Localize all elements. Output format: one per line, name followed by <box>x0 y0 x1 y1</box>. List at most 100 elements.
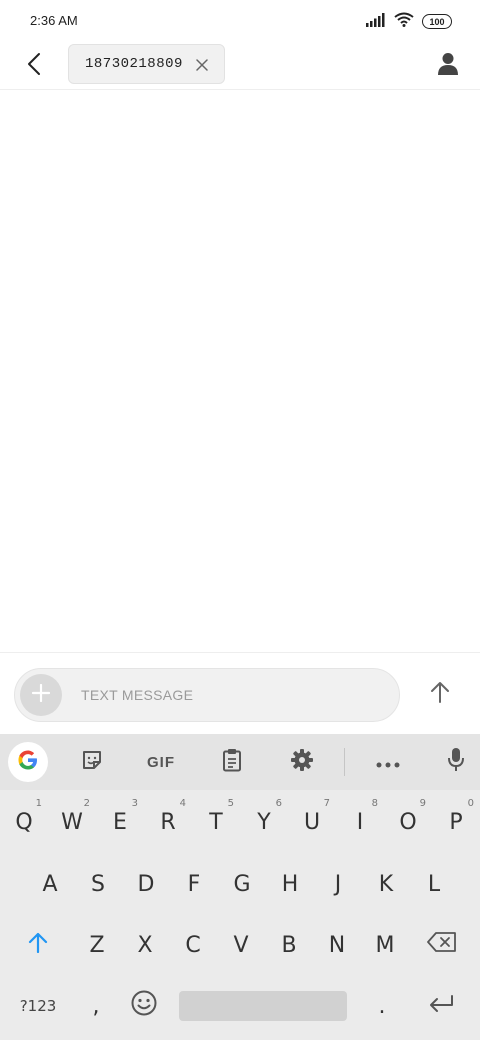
key-hint: 5 <box>227 798 234 809</box>
key-e[interactable]: E3 <box>96 792 144 852</box>
comma-key[interactable]: , <box>72 976 120 1036</box>
toolbar-divider <box>344 748 345 776</box>
gear-icon <box>290 748 314 776</box>
arrow-up-icon <box>430 681 450 707</box>
key-l[interactable]: L <box>410 854 458 914</box>
status-time: 2:36 AM <box>30 13 78 28</box>
enter-key[interactable] <box>416 976 466 1036</box>
gif-label: GIF <box>147 753 175 771</box>
remove-recipient-icon[interactable] <box>194 57 210 73</box>
key-hint: 2 <box>83 798 90 809</box>
key-hint: 6 <box>275 798 282 809</box>
backspace-key[interactable] <box>418 915 466 975</box>
key-label: T <box>209 809 223 835</box>
space-bar[interactable] <box>179 991 347 1021</box>
shift-arrow-icon <box>28 931 48 959</box>
key-hint: 4 <box>179 798 186 809</box>
recipient-number: 18730218809 <box>85 56 183 72</box>
clipboard-icon <box>222 748 242 776</box>
signal-icon <box>366 12 386 31</box>
key-w[interactable]: W2 <box>48 792 96 852</box>
key-row-4: ?123 , . <box>0 976 480 1036</box>
key-q[interactable]: Q1 <box>0 792 48 852</box>
key-i[interactable]: I8 <box>336 792 384 852</box>
conversation-header: 18730218809 <box>0 42 480 90</box>
enter-arrow-icon <box>428 994 454 1019</box>
message-input[interactable] <box>81 683 381 707</box>
sticker-icon <box>81 749 103 775</box>
key-o[interactable]: O9 <box>384 792 432 852</box>
key-label: U <box>303 809 321 835</box>
keyboard: G I F Q 1 W 2 E 3 R 4 T 5 Y 6 U 7 I 8 O 9 … <box>0 734 480 1040</box>
key-hint: 1 <box>35 798 42 809</box>
key-n[interactable]: N <box>313 915 361 975</box>
emoji-key[interactable] <box>120 976 168 1036</box>
contacts-button[interactable] <box>430 48 466 84</box>
key-row-3: ZXCVBNM <box>0 915 480 975</box>
period-key[interactable]: . <box>358 976 406 1036</box>
key-label: E <box>113 809 127 835</box>
key-a[interactable]: A <box>26 854 74 914</box>
keyboard-toolbar: GIF <box>0 734 480 790</box>
battery-icon: 100 <box>422 14 452 29</box>
key-r[interactable]: R4 <box>144 792 192 852</box>
recipient-chip[interactable]: 18730218809 <box>68 44 225 84</box>
key-d[interactable]: D <box>122 854 170 914</box>
key-label: I <box>356 809 364 835</box>
wifi-icon <box>394 12 414 31</box>
key-x[interactable]: X <box>121 915 169 975</box>
symbols-key[interactable]: ?123 <box>8 976 68 1036</box>
voice-input-button[interactable] <box>436 742 476 782</box>
backspace-icon <box>427 932 457 958</box>
shift-key[interactable] <box>14 915 62 975</box>
emoji-smile-icon <box>131 990 157 1022</box>
status-bar: 2:36 AM 100 <box>0 0 480 42</box>
key-j[interactable]: J <box>314 854 362 914</box>
google-g-icon <box>16 748 40 776</box>
google-search-button[interactable] <box>8 742 48 782</box>
key-label: R <box>160 809 176 835</box>
key-h[interactable]: H <box>266 854 314 914</box>
compose-bar <box>0 652 480 734</box>
more-dots-icon <box>376 753 400 772</box>
sticker-button[interactable] <box>72 742 112 782</box>
microphone-icon <box>447 747 465 777</box>
key-m[interactable]: M <box>361 915 409 975</box>
key-hint: 3 <box>131 798 138 809</box>
gif-button[interactable]: GIF <box>140 742 182 782</box>
key-hint: 8 <box>371 798 378 809</box>
key-hint: 7 <box>323 798 330 809</box>
key-t[interactable]: T5 <box>192 792 240 852</box>
key-v[interactable]: V <box>217 915 265 975</box>
key-label: Q <box>15 809 33 835</box>
key-f[interactable]: F <box>170 854 218 914</box>
settings-button[interactable] <box>282 742 322 782</box>
back-button[interactable] <box>18 50 50 82</box>
send-button[interactable] <box>422 676 458 712</box>
key-row-1: Q1W2E3R4T5Y6U7I8O9P0 <box>0 792 480 852</box>
key-label: P <box>449 809 463 835</box>
message-list <box>0 91 480 652</box>
key-row-2: ASDFGHJKL <box>0 854 480 914</box>
key-y[interactable]: Y6 <box>240 792 288 852</box>
back-arrow-icon <box>27 52 41 80</box>
person-icon <box>438 52 458 80</box>
attach-button[interactable] <box>20 674 62 716</box>
key-s[interactable]: S <box>74 854 122 914</box>
key-k[interactable]: K <box>362 854 410 914</box>
key-hint: 0 <box>467 798 474 809</box>
plus-icon <box>31 683 51 706</box>
key-hint: 9 <box>419 798 426 809</box>
key-p[interactable]: P0 <box>432 792 480 852</box>
key-label: O <box>399 809 417 835</box>
key-label: Y <box>257 809 271 835</box>
key-c[interactable]: C <box>169 915 217 975</box>
key-g[interactable]: G <box>218 854 266 914</box>
key-u[interactable]: U7 <box>288 792 336 852</box>
more-button[interactable] <box>368 742 408 782</box>
status-icons: 100 <box>366 12 452 31</box>
clipboard-button[interactable] <box>212 742 252 782</box>
key-b[interactable]: B <box>265 915 313 975</box>
key-label: W <box>61 809 83 835</box>
key-z[interactable]: Z <box>73 915 121 975</box>
